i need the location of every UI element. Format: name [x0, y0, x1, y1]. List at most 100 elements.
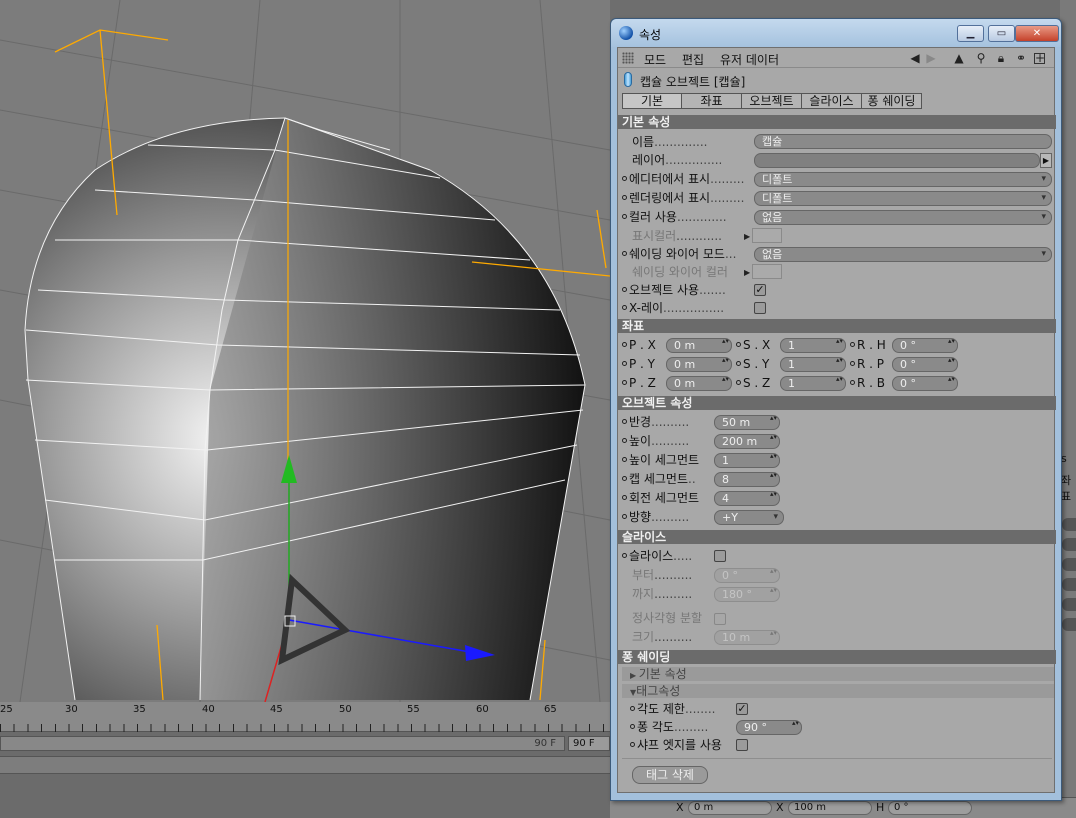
height-field[interactable]: 200 m [714, 434, 780, 449]
bg-stub [1062, 578, 1076, 591]
rh-field[interactable]: 0 ° [892, 338, 958, 353]
radius-field[interactable]: 50 m [714, 415, 780, 430]
section-slice[interactable]: 슬라이스 [618, 530, 1056, 544]
regular-grid-checkbox[interactable] [714, 613, 726, 625]
attribute-manager-window[interactable]: 속성 ▁ ▭ ✕ 모드 편집 유저 데이터 ◀ ▶ ▲ ⚲ 🔒︎ ⚭ + 캡슐 … [610, 18, 1062, 801]
slice-to-label: 까지.......... [632, 587, 693, 601]
display-color-swatch[interactable] [752, 228, 782, 243]
name-input[interactable]: 캡슐 [754, 134, 1052, 149]
object-header: 캡슐 오브젝트 [캡슐] [618, 69, 1054, 91]
section-phong[interactable]: 퐁 쉐이딩 [618, 650, 1056, 664]
up-arrow-icon[interactable]: ▲ [952, 51, 966, 65]
slice-from-label: 부터.......... [632, 568, 693, 582]
rb-label: R . B [850, 375, 885, 391]
coord-x-field[interactable]: 0 m [688, 801, 772, 815]
angle-limit-label: 각도 제한........ [630, 701, 716, 717]
section-object-props[interactable]: 오브젝트 속성 [618, 396, 1056, 410]
layer-field[interactable] [754, 153, 1040, 168]
wire-color-swatch[interactable] [752, 264, 782, 279]
app-icon [619, 26, 633, 40]
xray-checkbox[interactable] [754, 302, 766, 314]
new-window-icon[interactable]: + [1034, 52, 1045, 64]
tick-label: 65 [544, 704, 557, 715]
slice-to-field[interactable]: 180 ° [714, 587, 780, 602]
end-frame-inner: 90 F [534, 738, 556, 749]
coord-h-field[interactable]: 0 ° [888, 801, 972, 815]
layer-arrow-button[interactable]: ▶ [1040, 153, 1052, 168]
collapsed-arrow-icon: ▶ [630, 671, 639, 680]
tab-slice[interactable]: 슬라이스 [802, 93, 862, 109]
search-icon[interactable]: ⚲ [974, 51, 988, 65]
py-label: P . Y [622, 356, 655, 372]
close-button[interactable]: ✕ [1015, 25, 1059, 42]
forward-arrow-icon[interactable]: ▶ [924, 51, 938, 65]
use-color-dropdown[interactable]: 없음 [754, 210, 1052, 225]
sy-field[interactable]: 1 [780, 357, 846, 372]
link-icon[interactable]: ⚭ [1014, 51, 1028, 65]
menu-mode[interactable]: 모드 [644, 51, 666, 68]
coord-x2-label: X [776, 801, 784, 814]
slice-label: 슬라이스..... [622, 548, 692, 564]
timeline-ruler[interactable]: 25 30 35 40 45 50 55 60 65 [0, 702, 610, 732]
bg-stub [1062, 538, 1076, 551]
tab-phong[interactable]: 퐁 쉐이딩 [862, 93, 922, 109]
editor-vis-label: 에디터에서 표시......... [622, 171, 744, 187]
coord-h-label: H [876, 801, 885, 814]
edge-break-checkbox[interactable] [736, 739, 748, 751]
angle-limit-checkbox[interactable]: ✓ [736, 703, 748, 715]
rot-seg-field[interactable]: 4 [714, 491, 780, 506]
bg-stub [1062, 518, 1076, 531]
slice-from-field[interactable]: 0 ° [714, 568, 780, 583]
tick-label: 55 [407, 704, 420, 715]
size-field[interactable]: 10 m [714, 630, 780, 645]
tab-basic[interactable]: 기본 [622, 93, 682, 109]
wire-mode-dropdown[interactable]: 없음 [754, 247, 1052, 262]
display-color-label: 표시컬러............ [632, 229, 722, 243]
divider [622, 758, 1052, 759]
phong-angle-field[interactable]: 90 ° [736, 720, 802, 735]
delete-tag-button[interactable]: 태그 삭제 [632, 766, 708, 784]
subsection-phong-tag[interactable]: ▼태그속성 [622, 684, 1054, 698]
sz-field[interactable]: 1 [780, 376, 846, 391]
sy-label: S . Y [736, 356, 769, 372]
render-vis-dropdown[interactable]: 디폴트 [754, 191, 1052, 206]
rb-field[interactable]: 0 ° [892, 376, 958, 391]
minimize-button[interactable]: ▁ [957, 25, 984, 42]
frame-range-slider[interactable]: 90 F [0, 736, 565, 751]
tab-coords[interactable]: 좌표 [682, 93, 742, 109]
back-arrow-icon[interactable]: ◀ [908, 51, 922, 65]
section-coords[interactable]: 좌표 [618, 319, 1056, 333]
subsection-phong-basic[interactable]: ▶ 기본 속성 [622, 667, 1054, 681]
render-vis-label: 렌더링에서 표시......... [622, 190, 744, 206]
viewport-3d[interactable] [0, 0, 610, 702]
coord-x2-field[interactable]: 100 m [788, 801, 872, 815]
timeline[interactable]: 25 30 35 40 45 50 55 60 65 90 F 90 F [0, 702, 610, 818]
capsule-object[interactable] [24, 117, 586, 701]
menu-edit[interactable]: 편집 [682, 51, 704, 68]
tick-label: 40 [202, 704, 215, 715]
py-field[interactable]: 0 m [666, 357, 732, 372]
orientation-dropdown[interactable]: +Y [714, 510, 784, 525]
enabled-checkbox[interactable]: ✓ [754, 284, 766, 296]
object-title: 캡슐 오브젝트 [캡슐] [640, 75, 746, 89]
maximize-button[interactable]: ▭ [988, 25, 1015, 42]
height-seg-field[interactable]: 1 [714, 453, 780, 468]
bg-fragment: 좌표 [1061, 474, 1072, 503]
sx-field[interactable]: 1 [780, 338, 846, 353]
grip-icon[interactable] [622, 52, 634, 64]
rp-field[interactable]: 0 ° [892, 357, 958, 372]
pz-field[interactable]: 0 m [666, 376, 732, 391]
slice-checkbox[interactable] [714, 550, 726, 562]
section-basic[interactable]: 기본 속성 [618, 115, 1056, 129]
title-bar[interactable]: 속성 ▁ ▭ ✕ [611, 19, 1061, 47]
expand-arrow-icon[interactable]: ▶ [744, 268, 750, 277]
lock-icon[interactable]: 🔒︎ [994, 51, 1008, 65]
px-field[interactable]: 0 m [666, 338, 732, 353]
cap-seg-field[interactable]: 8 [714, 472, 780, 487]
tab-object[interactable]: 오브젝트 [742, 93, 802, 109]
editor-vis-dropdown[interactable]: 디폴트 [754, 172, 1052, 187]
menu-user-data[interactable]: 유저 데이터 [720, 51, 779, 68]
tab-bar: 기본 좌표 오브젝트 슬라이스 퐁 쉐이딩 [622, 93, 922, 109]
expand-arrow-icon[interactable]: ▶ [744, 232, 750, 241]
end-frame-field[interactable]: 90 F [568, 736, 610, 751]
